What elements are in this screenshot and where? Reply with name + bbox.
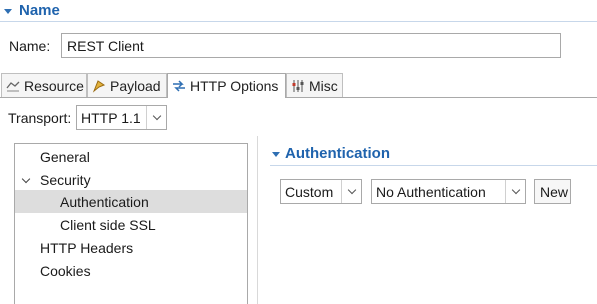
name-section-header[interactable]: Name xyxy=(0,0,597,24)
pane-divider[interactable] xyxy=(257,136,258,304)
transport-label: Transport: xyxy=(8,110,72,126)
tree-item-label: HTTP Headers xyxy=(40,239,134,256)
authentication-section-header[interactable]: Authentication xyxy=(270,144,597,166)
section-title: Name xyxy=(19,2,60,19)
chevron-down-icon[interactable] xyxy=(505,180,525,203)
tab-misc-label: Misc xyxy=(309,77,338,94)
tree-item-http-headers[interactable]: HTTP Headers xyxy=(15,236,247,259)
collapse-triangle-icon[interactable] xyxy=(272,152,280,157)
tree-item-cookies[interactable]: Cookies xyxy=(15,259,247,282)
auth-mode-select[interactable]: Custom xyxy=(280,179,362,204)
tree-item-client-side-ssl[interactable]: Client side SSL xyxy=(15,213,247,236)
authentication-title: Authentication xyxy=(285,145,390,162)
tab-http-options-label: HTTP Options xyxy=(190,78,279,94)
chevron-down-icon[interactable] xyxy=(146,106,166,129)
tab-http-options[interactable]: HTTP Options xyxy=(167,73,286,98)
authentication-divider xyxy=(270,165,597,166)
tree-item-label: Authentication xyxy=(60,193,149,210)
resource-icon xyxy=(6,79,20,93)
chevron-down-icon[interactable] xyxy=(21,174,31,184)
name-input[interactable] xyxy=(61,33,561,58)
transport-value: HTTP 1.1 xyxy=(81,109,141,126)
tree-item-general[interactable]: General xyxy=(15,145,247,168)
tab-misc[interactable]: Misc xyxy=(286,73,343,97)
tab-resource-label: Resource xyxy=(24,77,84,94)
tab-payload-label: Payload xyxy=(110,77,161,94)
misc-icon xyxy=(291,79,305,93)
tree-item-label: Cookies xyxy=(40,262,91,279)
tab-resource[interactable]: Resource xyxy=(1,73,87,97)
auth-method-select[interactable]: No Authentication xyxy=(371,179,526,204)
payload-icon xyxy=(92,79,106,93)
auth-method-value: No Authentication xyxy=(376,183,486,200)
tab-baseline xyxy=(0,97,597,98)
section-divider xyxy=(0,21,597,22)
tree-item-authentication[interactable]: Authentication xyxy=(15,190,247,213)
new-button[interactable]: New xyxy=(534,179,571,204)
tree-item-security[interactable]: Security xyxy=(15,168,247,191)
transport-select[interactable]: HTTP 1.1 xyxy=(76,105,167,130)
collapse-triangle-icon[interactable] xyxy=(4,9,12,14)
tree-item-label: Security xyxy=(40,171,91,188)
tree-item-label: Client side SSL xyxy=(60,216,156,233)
editor-tabs: Resource Payload HTTP Options Misc xyxy=(0,72,597,98)
options-tree: General Security Authentication Client s… xyxy=(14,143,248,304)
http-options-icon xyxy=(172,79,186,93)
tab-payload[interactable]: Payload xyxy=(87,73,167,97)
auth-mode-value: Custom xyxy=(285,183,334,200)
chevron-down-icon[interactable] xyxy=(341,180,361,203)
name-label: Name: xyxy=(9,38,51,54)
tree-item-label: General xyxy=(40,148,90,165)
